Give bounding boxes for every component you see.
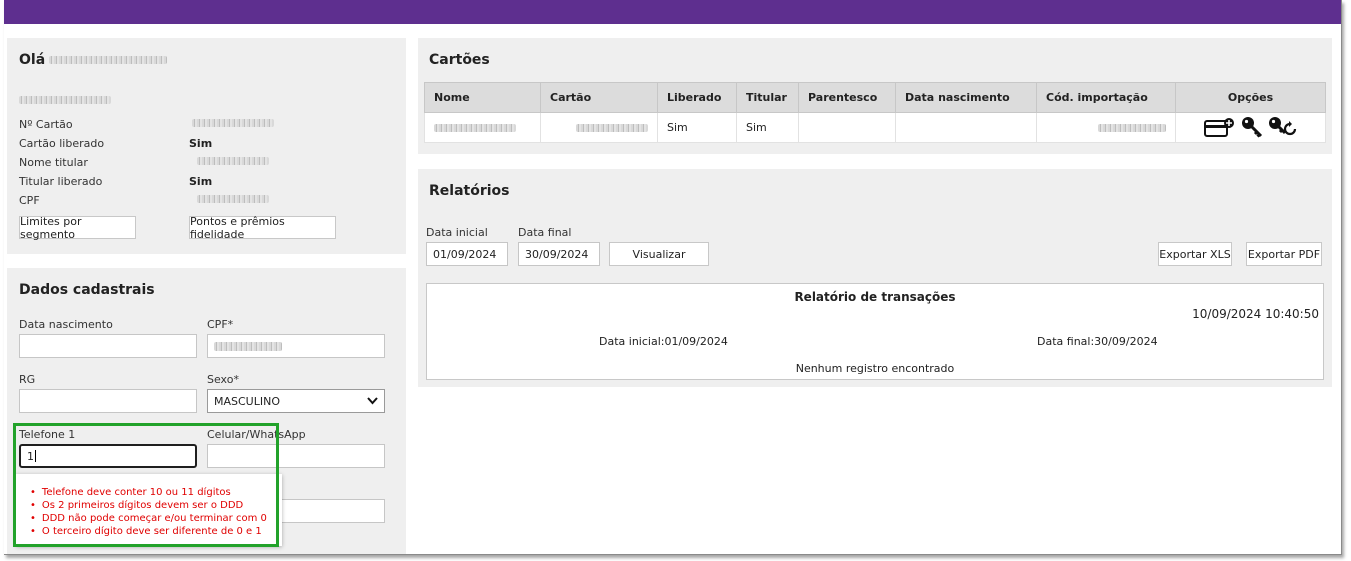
start-date-input[interactable]: 01/09/2024 <box>426 242 508 266</box>
cards-panel: Cartões Nome Cartão Liberado Titular Par… <box>418 38 1332 154</box>
holder-enabled-value: Sim <box>189 175 213 188</box>
report-start-date: Data inicial:01/09/2024 <box>599 335 728 348</box>
view-report-button[interactable]: Visualizar <box>609 242 709 266</box>
column-header: Liberado <box>657 82 737 113</box>
column-header: Data nascimento <box>895 82 1037 113</box>
report-title: Relatório de transações <box>794 290 956 304</box>
rg-label: RG <box>19 373 36 386</box>
cpf-redacted <box>197 195 269 203</box>
import-code-redacted <box>1098 123 1166 132</box>
cell-name <box>424 112 541 143</box>
cell-birth <box>895 112 1037 143</box>
table-header-row: Nome Cartão Liberado Titular Parentesco … <box>424 82 1326 113</box>
sex-select-value: MASCULINO <box>214 394 280 408</box>
card-number-redacted <box>192 119 274 127</box>
cell-enabled: Sim <box>657 112 737 143</box>
cpf-input[interactable] <box>207 334 385 358</box>
column-header: Parentesco <box>798 82 896 113</box>
limits-by-segment-button[interactable]: Limites por segmento <box>19 215 136 241</box>
export-pdf-button[interactable]: Exportar PDF <box>1246 242 1322 266</box>
report-timestamp: 10/09/2024 10:40:50 <box>1192 307 1319 321</box>
profile-panel: Olá Nº Cartão Cartão liberado Sim Nome t… <box>7 38 406 254</box>
sex-select[interactable]: MASCULINO <box>207 389 385 413</box>
cell-holder: Sim <box>736 112 799 143</box>
end-date-value: 30/09/2024 <box>525 247 589 261</box>
end-date-input[interactable]: 30/09/2024 <box>518 242 600 266</box>
cell-options <box>1175 112 1326 143</box>
card-number-label: Nº Cartão <box>19 118 73 131</box>
report-output: Relatório de transações 10/09/2024 10:40… <box>426 283 1324 380</box>
reports-title: Relatórios <box>429 183 510 199</box>
cpf-field-label: CPF* <box>207 318 234 331</box>
card-enabled-label: Cartão liberado <box>19 137 105 150</box>
cell-import-code <box>1036 112 1176 143</box>
chevron-down-icon <box>367 397 378 405</box>
column-header: Cartão <box>540 82 658 113</box>
user-info-redacted <box>19 96 111 104</box>
holder-enabled-label: Titular liberado <box>19 175 103 188</box>
start-date-label: Data inicial <box>426 226 488 239</box>
birth-date-input[interactable] <box>19 334 197 358</box>
column-header: Opções <box>1175 82 1326 113</box>
user-name-redacted <box>49 56 167 64</box>
key-reset-icon[interactable] <box>1268 116 1298 138</box>
report-empty-message: Nenhum registro encontrado <box>795 362 955 375</box>
cpf-value-redacted <box>214 341 282 351</box>
holder-name-label: Nome titular <box>19 156 88 169</box>
start-date-value: 01/09/2024 <box>433 247 497 261</box>
end-date-label: Data final <box>518 226 572 239</box>
card-enabled-value: Sim <box>189 137 213 150</box>
export-xls-button[interactable]: Exportar XLS <box>1158 242 1232 266</box>
column-header: Titular <box>736 82 799 113</box>
cards-table: Nome Cartão Liberado Titular Parentesco … <box>424 82 1326 143</box>
cpf-label: CPF <box>19 194 40 207</box>
register-title: Dados cadastrais <box>19 282 155 298</box>
cards-title: Cartões <box>429 52 490 68</box>
table-row: Sim Sim <box>424 112 1326 143</box>
rg-input[interactable] <box>19 389 197 413</box>
sex-label: Sexo* <box>207 373 239 386</box>
add-card-icon[interactable] <box>1203 117 1236 137</box>
key-icon[interactable] <box>1241 116 1263 138</box>
greeting: Olá <box>19 52 46 68</box>
top-bar <box>4 0 1341 24</box>
name-redacted <box>434 123 516 132</box>
reports-panel: Relatórios Data inicial 01/09/2024 Data … <box>418 169 1332 387</box>
loyalty-points-button[interactable]: Pontos e prêmios fidelidade <box>189 215 336 241</box>
cell-kinship <box>798 112 896 143</box>
holder-name-redacted <box>197 157 269 165</box>
annotation-highlight <box>13 423 279 547</box>
column-header: Nome <box>424 82 541 113</box>
column-header: Cód. importação <box>1036 82 1176 113</box>
app-window: Olá Nº Cartão Cartão liberado Sim Nome t… <box>4 0 1342 555</box>
cell-card <box>540 112 658 143</box>
report-end-date: Data final:30/09/2024 <box>1037 335 1158 348</box>
card-redacted <box>576 123 648 132</box>
birth-date-label: Data nascimento <box>19 318 113 331</box>
